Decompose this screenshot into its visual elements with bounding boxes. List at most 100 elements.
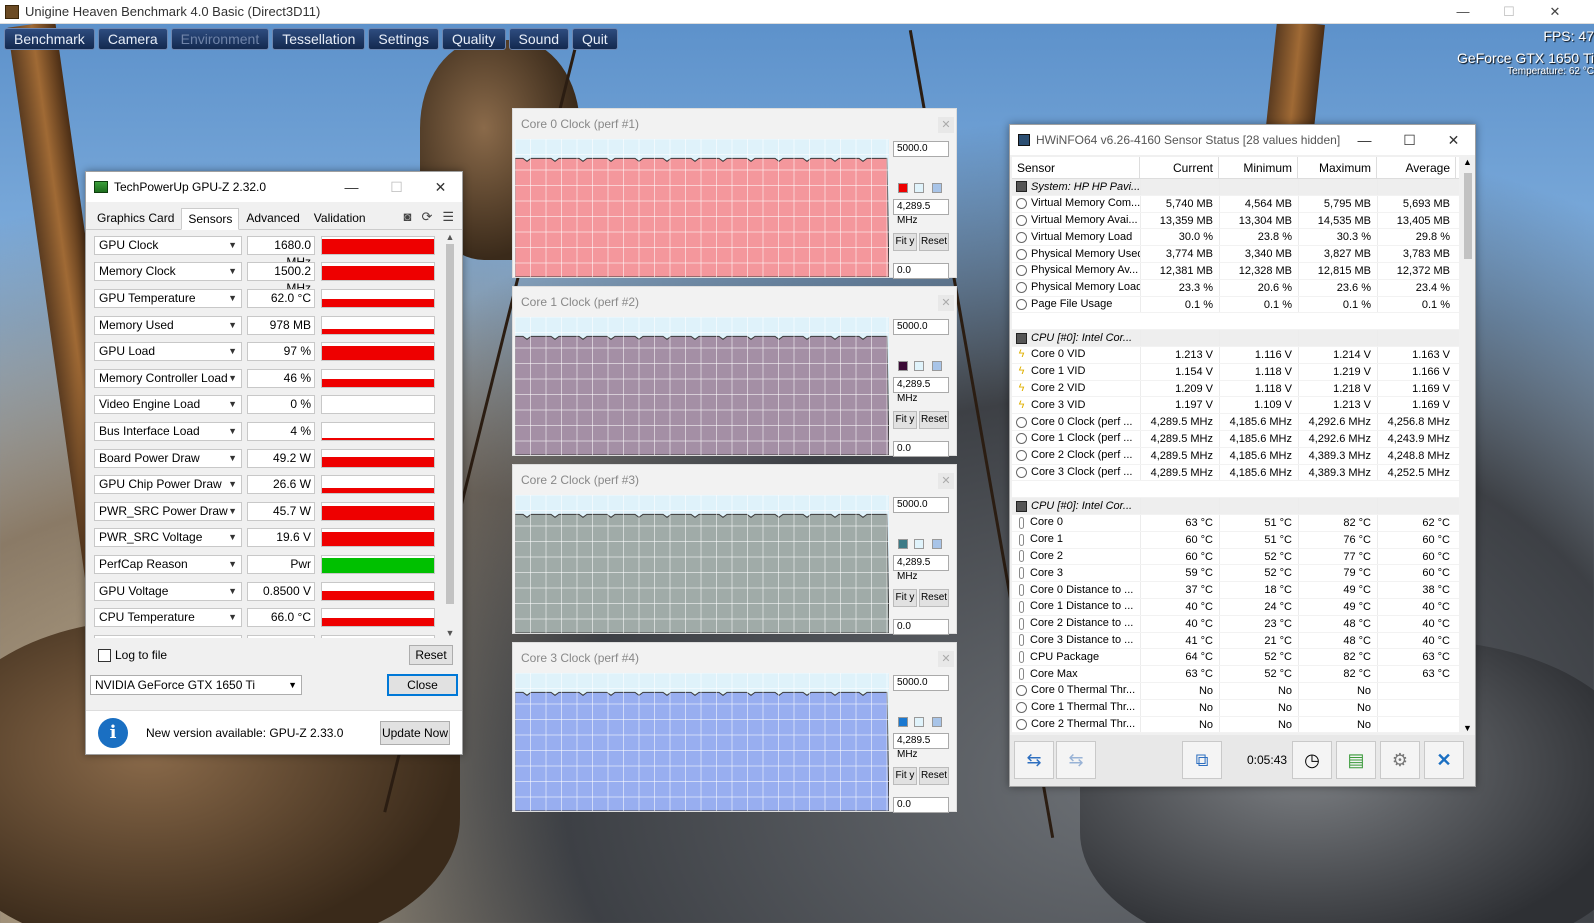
graphics-card-select[interactable]: NVIDIA GeForce GTX 1650 Ti ▼ (90, 675, 302, 695)
sensor-name[interactable]: GPU Temperature ▼ (94, 288, 242, 308)
sensor-name[interactable]: CPU Temperature ▼ (94, 608, 242, 628)
sensor-name[interactable]: PWR_SRC Power Draw ▼ (94, 501, 242, 521)
y-min-field[interactable]: 0.0 (893, 263, 949, 279)
close-button[interactable]: ✕ (1532, 0, 1578, 24)
sensor-row[interactable]: Core 0 63 °C 51 °C 82 °C 62 °C (1012, 514, 1459, 532)
maximize-button[interactable]: ☐ (1486, 0, 1532, 24)
menu-environment[interactable]: Environment (170, 28, 270, 50)
scroll-down-icon[interactable]: ▼ (444, 628, 456, 638)
sensor-name[interactable]: PerfCap Reason ▼ (94, 554, 242, 574)
close-x-icon[interactable]: ✕ (1424, 741, 1464, 779)
refresh-icon[interactable]: ⟳ (421, 209, 432, 225)
menu-quit[interactable]: Quit (572, 28, 618, 50)
gpuz-maximize-button[interactable]: ☐ (374, 172, 419, 202)
hwinfo-minimize-button[interactable]: — (1342, 125, 1387, 155)
column-average[interactable]: Average (1377, 157, 1456, 178)
column-current[interactable]: Current (1140, 157, 1219, 178)
sensor-group-row[interactable]: CPU [#0]: Intel Cor... (1012, 330, 1459, 347)
sensor-row[interactable]: ϟ Core 2 VID 1.209 V 1.118 V 1.218 V 1.169 V (1012, 380, 1459, 398)
sensor-name[interactable]: System Memory Used ▼ (94, 634, 242, 638)
update-now-button[interactable]: Update Now (380, 721, 450, 745)
sensor-row[interactable]: Core 3 Clock (perf ... 4,289.5 MHz 4,185.6… (1012, 464, 1459, 482)
sensor-row[interactable]: Physical Memory Av... 12,381 MB 12,328 MB 1… (1012, 262, 1459, 280)
sensor-group-row[interactable]: CPU [#0]: Intel Cor... (1012, 498, 1459, 515)
tab-validation[interactable]: Validation (307, 207, 373, 229)
y-max-field[interactable]: 5000.0 (893, 675, 949, 691)
background-color-swatch[interactable] (914, 539, 924, 549)
y-max-field[interactable]: 5000.0 (893, 319, 949, 335)
y-max-field[interactable]: 5000.0 (893, 141, 949, 157)
sensor-row[interactable]: Virtual Memory Avai... 13,359 MB 13,304 MB… (1012, 212, 1459, 230)
y-min-field[interactable]: 0.0 (893, 441, 949, 457)
hwinfo-maximize-button[interactable]: ☐ (1387, 125, 1432, 155)
background-color-swatch[interactable] (914, 717, 924, 727)
add-report-icon[interactable]: ▤ (1336, 741, 1376, 779)
background-color-swatch[interactable] (914, 183, 924, 193)
graph-reset-button[interactable]: Reset (919, 411, 949, 429)
sensor-row[interactable]: Core 0 Clock (perf ... 4,289.5 MHz 4,185.6… (1012, 414, 1459, 431)
grid-color-swatch[interactable] (932, 539, 942, 549)
scroll-down-icon[interactable]: ▼ (1463, 723, 1472, 733)
minimize-button[interactable]: — (1440, 0, 1486, 24)
expand-arrows-icon[interactable]: ⇆ (1014, 741, 1054, 779)
clock-icon[interactable]: ◷ (1292, 741, 1332, 779)
sensor-row[interactable]: Core 2 Distance to ... 40 °C 23 °C 48 °C 40 … (1012, 615, 1459, 633)
sensor-row[interactable]: Core 1 Clock (perf ... 4,289.5 MHz 4,185.6… (1012, 430, 1459, 448)
hwinfo-close-button[interactable]: ✕ (1431, 125, 1476, 155)
series-color-swatch[interactable] (898, 539, 908, 549)
close-icon[interactable]: ✕ (938, 295, 954, 311)
settings-gear-icon[interactable]: ⚙ (1380, 741, 1420, 779)
sensor-row[interactable]: ϟ Core 0 VID 1.213 V 1.116 V 1.214 V 1.163 V (1012, 346, 1459, 364)
sensor-name[interactable]: GPU Voltage ▼ (94, 581, 242, 601)
gpuz-scrollbar[interactable]: ▲ ▼ (444, 232, 456, 638)
sensor-row[interactable]: Page File Usage 0.1 % 0.1 % 0.1 % 0.1 % (1012, 296, 1459, 314)
sensor-name[interactable]: Memory Used ▼ (94, 315, 242, 335)
fit-y-button[interactable]: Fit y (893, 589, 917, 607)
sensor-row[interactable]: Core 2 60 °C 52 °C 77 °C 60 °C (1012, 548, 1459, 566)
sensor-row[interactable]: Core 0 Distance to ... 37 °C 18 °C 49 °C 38 … (1012, 582, 1459, 599)
scroll-up-icon[interactable]: ▲ (444, 232, 456, 242)
series-color-swatch[interactable] (898, 361, 908, 371)
sensor-row[interactable]: ϟ Core 3 VID 1.197 V 1.109 V 1.213 V 1.169 V (1012, 397, 1459, 415)
hamburger-menu-icon[interactable]: ☰ (442, 209, 454, 225)
camera-icon[interactable]: ◙ (404, 209, 412, 225)
menu-sound[interactable]: Sound (508, 28, 570, 50)
sensor-row[interactable]: Virtual Memory Com... 5,740 MB 4,564 MB 5,7… (1012, 195, 1459, 213)
background-color-swatch[interactable] (914, 361, 924, 371)
sensor-name[interactable]: Bus Interface Load ▼ (94, 421, 242, 441)
grid-color-swatch[interactable] (932, 183, 942, 193)
sensor-row[interactable]: Core 2 Clock (perf ... 4,289.5 MHz 4,185.6… (1012, 447, 1459, 465)
grid-color-swatch[interactable] (932, 361, 942, 371)
column-sensor[interactable]: Sensor (1012, 157, 1140, 178)
sensor-group-row[interactable]: System: HP HP Pavi... (1012, 179, 1459, 196)
tab-advanced[interactable]: Advanced (239, 207, 306, 229)
sensor-name[interactable]: Memory Clock ▼ (94, 262, 242, 282)
graph-reset-button[interactable]: Reset (919, 589, 949, 607)
sensor-row[interactable]: Core 1 Thermal Thr... No No No (1012, 699, 1459, 717)
sensor-row[interactable]: Virtual Memory Load 30.0 % 23.8 % 30.3 % 29.… (1012, 229, 1459, 247)
sensor-row[interactable]: Core 0 Thermal Thr... No No No (1012, 682, 1459, 700)
sensor-row[interactable]: Core 1 60 °C 51 °C 76 °C 60 °C (1012, 531, 1459, 549)
sensor-row[interactable]: Core 2 Thermal Thr... No No No (1012, 716, 1459, 733)
gpuz-close-app-button[interactable]: Close (387, 674, 458, 696)
series-color-swatch[interactable] (898, 183, 908, 193)
tab-sensors[interactable]: Sensors (181, 208, 240, 230)
sensor-row[interactable]: Physical Memory Used 3,774 MB 3,340 MB 3,82… (1012, 246, 1459, 263)
scrollbar-thumb[interactable] (446, 244, 454, 604)
menu-quality[interactable]: Quality (441, 28, 506, 50)
y-min-field[interactable]: 0.0 (893, 797, 949, 813)
fit-y-button[interactable]: Fit y (893, 411, 917, 429)
fit-y-button[interactable]: Fit y (893, 767, 917, 785)
menu-tessellation[interactable]: Tessellation (272, 28, 366, 50)
sensor-row[interactable]: Core 1 Distance to ... 40 °C 24 °C 49 °C 40 … (1012, 598, 1459, 616)
tab-graphics-card[interactable]: Graphics Card (90, 207, 181, 229)
y-min-field[interactable]: 0.0 (893, 619, 949, 635)
sensor-name[interactable]: Memory Controller Load ▼ (94, 368, 242, 388)
sensor-name[interactable]: Video Engine Load ▼ (94, 395, 242, 415)
fit-y-button[interactable]: Fit y (893, 233, 917, 251)
column-minimum[interactable]: Minimum (1219, 157, 1298, 178)
sensor-name[interactable]: PWR_SRC Voltage ▼ (94, 528, 242, 548)
hwinfo-scrollbar[interactable]: ▲ ▼ (1461, 157, 1475, 733)
sensor-row[interactable]: ϟ Core 1 VID 1.154 V 1.118 V 1.219 V 1.166 V (1012, 363, 1459, 381)
sensor-name[interactable]: GPU Chip Power Draw ▼ (94, 475, 242, 495)
